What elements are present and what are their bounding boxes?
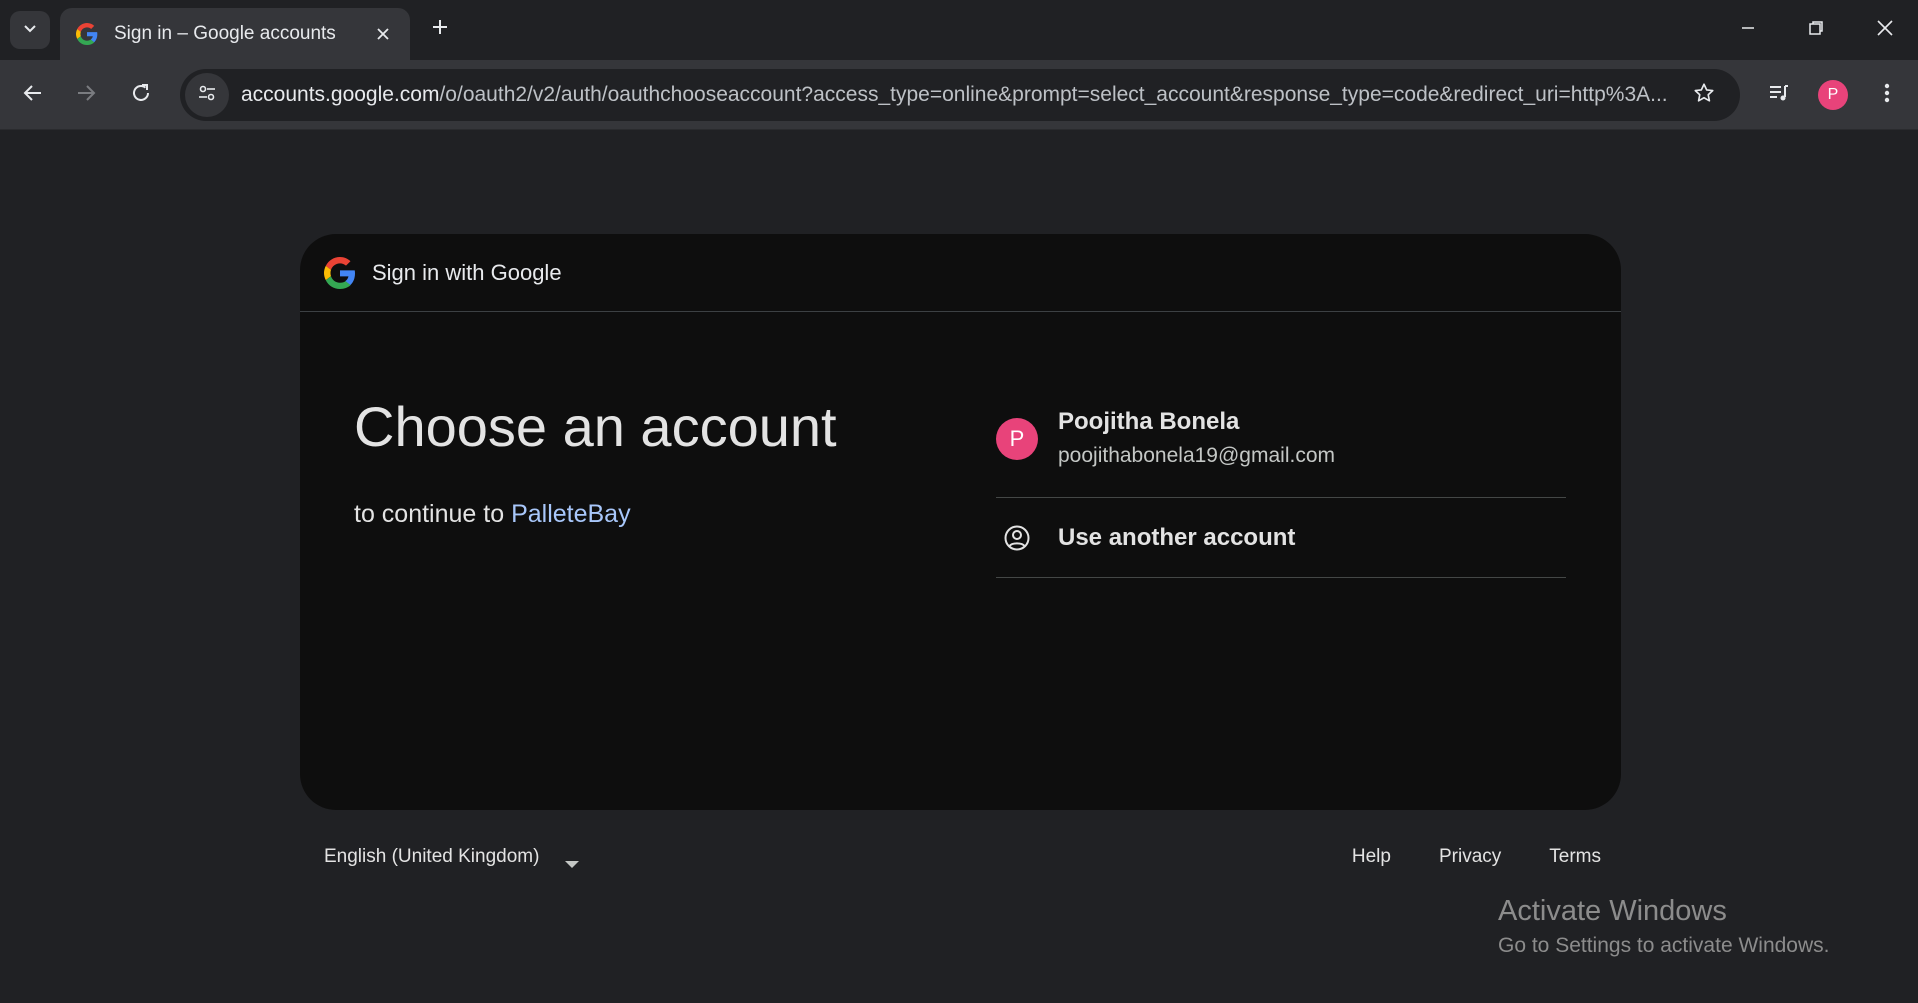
profile-button[interactable]: P — [1812, 74, 1854, 116]
close-tab-icon[interactable] — [370, 21, 396, 47]
minimize-button[interactable] — [1720, 8, 1776, 52]
queue-music-icon — [1767, 81, 1791, 110]
sign-in-card: Sign in with Google Choose an account to… — [300, 234, 1621, 810]
minimize-icon — [1740, 20, 1756, 41]
account-circle-icon — [996, 517, 1038, 559]
bookmark-button[interactable] — [1682, 73, 1726, 117]
use-another-account-label: Use another account — [1058, 523, 1296, 551]
language-selector[interactable]: English (United Kingdom) — [324, 846, 580, 868]
language-label: English (United Kingdom) — [324, 846, 540, 867]
google-favicon-icon — [74, 21, 100, 47]
reload-button[interactable] — [120, 74, 162, 116]
watermark-subtitle: Go to Settings to activate Windows. — [1498, 934, 1830, 957]
media-controls-button[interactable] — [1758, 74, 1800, 116]
url-path: /o/oauth2/v2/auth/oauthchooseaccount?acc… — [439, 83, 1668, 106]
tab-strip: Sign in – Google accounts — [0, 0, 1918, 60]
url-host: accounts.google.com — [241, 83, 440, 106]
google-logo-icon — [324, 256, 356, 289]
avatar: P — [996, 418, 1038, 460]
footer: English (United Kingdom) Help Privacy Te… — [300, 840, 1621, 880]
page-subtitle: to continue to PalleteBay — [354, 500, 631, 529]
account-list: P Poojitha Bonela poojithabonela19@gmail… — [996, 398, 1566, 578]
new-tab-button[interactable] — [423, 12, 457, 46]
close-icon — [1876, 19, 1894, 42]
watermark-title: Activate Windows — [1498, 895, 1727, 927]
footer-links: Help Privacy Terms — [1304, 846, 1601, 868]
tab-search-button[interactable] — [10, 11, 50, 49]
close-window-button[interactable] — [1857, 8, 1913, 52]
terms-link[interactable]: Terms — [1549, 846, 1601, 868]
card-header: Sign in with Google — [300, 234, 1621, 312]
dropdown-arrow-icon — [565, 853, 580, 868]
arrow-left-icon — [22, 82, 44, 109]
account-email: poojithabonela19@gmail.com — [1058, 444, 1335, 467]
restore-button[interactable] — [1788, 8, 1844, 52]
tune-icon — [197, 83, 217, 108]
more-vert-icon — [1883, 82, 1891, 109]
subtitle-prefix: to continue to — [354, 500, 512, 528]
privacy-link[interactable]: Privacy — [1439, 846, 1501, 868]
browser-toolbar: accounts.google.com/o/oauth2/v2/auth/oau… — [0, 60, 1918, 130]
back-button[interactable] — [12, 74, 54, 116]
card-header-title: Sign in with Google — [372, 259, 562, 285]
reload-icon — [130, 82, 152, 109]
arrow-right-icon — [75, 82, 97, 109]
account-name: Poojitha Bonela — [1058, 408, 1240, 435]
restore-icon — [1808, 20, 1824, 41]
star-icon — [1693, 82, 1715, 109]
site-info-button[interactable] — [185, 73, 229, 117]
activate-windows-watermark: Activate Windows Go to Settings to activ… — [1498, 895, 1830, 958]
tab-title: Sign in – Google accounts — [114, 23, 336, 44]
help-link[interactable]: Help — [1352, 846, 1391, 868]
app-name-link[interactable]: PalleteBay — [511, 500, 631, 528]
profile-avatar: P — [1818, 80, 1848, 110]
page-title: Choose an account — [354, 395, 837, 458]
forward-button[interactable] — [65, 74, 107, 116]
address-bar[interactable]: accounts.google.com/o/oauth2/v2/auth/oau… — [180, 69, 1740, 121]
tab-active[interactable]: Sign in – Google accounts — [60, 8, 410, 60]
menu-button[interactable] — [1866, 74, 1908, 116]
account-item[interactable]: P Poojitha Bonela poojithabonela19@gmail… — [996, 398, 1566, 498]
chevron-down-icon — [22, 20, 38, 41]
use-another-account-button[interactable]: Use another account — [996, 498, 1566, 578]
account-text: Poojitha Bonela poojithabonela19@gmail.c… — [1058, 404, 1335, 468]
url-text[interactable]: accounts.google.com/o/oauth2/v2/auth/oau… — [241, 83, 1682, 107]
plus-icon — [431, 18, 449, 41]
